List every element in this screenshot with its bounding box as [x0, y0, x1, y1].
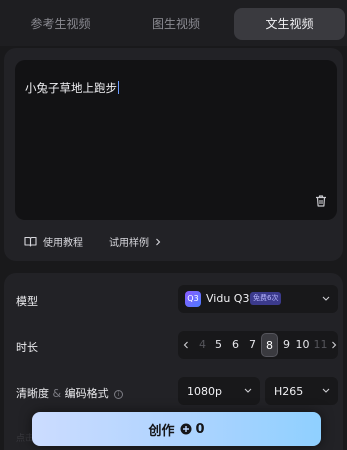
chevron-down-icon	[322, 388, 330, 393]
codec-value: H265	[274, 385, 304, 398]
duration-option[interactable]: 7	[244, 331, 261, 359]
duration-option[interactable]: 6	[227, 331, 244, 359]
codec-select[interactable]: H265	[265, 377, 338, 405]
samples-link[interactable]: 试用样例	[109, 234, 161, 249]
chevron-left-icon[interactable]	[183, 341, 189, 349]
label-separator: &	[52, 387, 62, 400]
prompt-textarea[interactable]: 小兔子草地上跑步	[15, 60, 337, 220]
tutorial-link[interactable]: 使用教程	[24, 234, 83, 249]
tab-reference-video[interactable]: 参考生视频	[2, 8, 119, 40]
chevron-down-icon	[244, 388, 252, 393]
resolution-select[interactable]: 1080p	[178, 377, 260, 405]
trash-icon[interactable]	[314, 194, 328, 208]
duration-label: 时长	[16, 341, 38, 354]
tutorial-label: 使用教程	[43, 238, 83, 249]
chevron-right-icon	[156, 238, 161, 245]
duration-option: 4	[199, 338, 206, 351]
codec-label: 编码格式	[64, 387, 109, 400]
samples-label: 试用样例	[109, 238, 149, 249]
create-label: 创作	[148, 423, 175, 439]
chevron-right-icon[interactable]	[331, 341, 337, 349]
duration-option-selected[interactable]: 8	[261, 333, 278, 357]
quality-label: 清晰度	[16, 387, 49, 400]
duration-stepper: 4 5 6 7 8 9 10 11	[178, 331, 338, 359]
prompt-text: 小兔子草地上跑步	[25, 81, 119, 95]
help-links: 使用教程 试用样例	[24, 234, 161, 249]
free-trial-badge: 免费6次	[250, 292, 282, 305]
duration-option: 11	[313, 338, 328, 351]
tab-text-to-video[interactable]: 文生视频	[234, 8, 345, 40]
duration-option[interactable]: 9	[278, 331, 295, 359]
duration-option[interactable]: 5	[210, 331, 227, 359]
credit-plus-icon	[180, 423, 192, 435]
book-icon	[24, 236, 37, 247]
resolution-value: 1080p	[187, 385, 222, 398]
mode-tabs: 参考生视频 图生视频 文生视频	[0, 0, 347, 46]
model-select[interactable]: Q3 Vidu Q3 免费6次	[178, 285, 338, 313]
vidu-logo-icon: Q3	[185, 291, 201, 307]
duration-option[interactable]: 10	[294, 331, 311, 359]
create-button[interactable]: 创作 0	[32, 412, 321, 446]
credit-count: 0	[195, 421, 205, 437]
text-caret	[118, 81, 119, 94]
prompt-card: 小兔子草地上跑步 使用教程 试用样例	[4, 48, 343, 261]
info-icon[interactable]: i	[114, 390, 124, 399]
model-label: 模型	[16, 295, 38, 308]
chevron-down-icon	[322, 296, 330, 301]
model-name: Vidu Q3	[206, 292, 250, 305]
quality-codec-label: 清晰度 & 编码格式 i	[16, 385, 124, 401]
tab-image-to-video[interactable]: 图生视频	[120, 8, 232, 40]
